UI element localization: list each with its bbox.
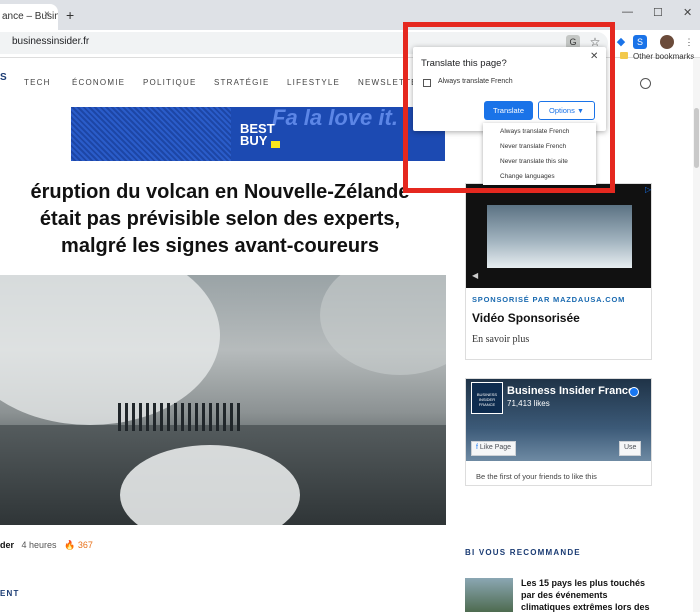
- recommended-thumbnail[interactable]: [465, 578, 513, 612]
- adchoices-icon[interactable]: ▷: [645, 185, 651, 194]
- publish-time: 4 heures: [21, 540, 57, 550]
- nav-politique[interactable]: POLITIQUE: [143, 78, 196, 87]
- extension-sync-icon[interactable]: S: [633, 35, 647, 49]
- nav-strategie[interactable]: STRATÉGIE: [214, 78, 270, 87]
- section-label: ENT: [0, 589, 20, 598]
- facebook-friends-text: Be the first of your friends to like thi…: [476, 472, 597, 481]
- headline-line-1: éruption du volcan en Nouvelle-Zélande: [30, 181, 410, 203]
- bestbuy-tag-icon: [271, 141, 280, 148]
- ad-slogan: Fa la love it.: [272, 105, 398, 130]
- read-more-link[interactable]: En savoir plus: [472, 334, 529, 345]
- other-bookmarks[interactable]: Other bookmarks: [633, 52, 694, 61]
- author[interactable]: der: [0, 540, 14, 550]
- menu-icon[interactable]: ⋮: [682, 35, 696, 49]
- url-text[interactable]: businessinsider.fr: [12, 36, 89, 47]
- facebook-page-logo[interactable]: BUSINESS INSIDER FRANCE: [471, 382, 503, 414]
- smoke-cloud: [320, 275, 446, 375]
- facebook-page-name[interactable]: Business Insider France: [507, 385, 634, 397]
- scrollbar-thumb[interactable]: [694, 108, 699, 168]
- headline-line-3: malgré les signes avant-coureurs: [61, 235, 379, 257]
- hero-image: [0, 275, 446, 525]
- minimize-icon[interactable]: —: [622, 6, 633, 18]
- close-window-icon[interactable]: ✕: [683, 6, 692, 19]
- fire-icon: 🔥: [64, 540, 76, 550]
- headline-line-2: était pas prévisible selon des experts,: [39, 208, 401, 230]
- use-app-label: Use: [624, 444, 637, 451]
- extension-shield-icon[interactable]: ◆: [614, 35, 628, 49]
- highlight-box: [403, 22, 615, 193]
- close-tab-icon[interactable]: ×: [44, 9, 50, 20]
- globe-icon[interactable]: [640, 78, 651, 89]
- facebook-likes: 71,413 likes: [507, 399, 550, 408]
- nav-lifestyle[interactable]: LIFESTYLE: [287, 78, 340, 87]
- maximize-icon[interactable]: ☐: [653, 6, 663, 19]
- share-count: 367: [77, 540, 93, 550]
- recommends-label: BI VOUS RECOMMANDE: [465, 548, 581, 557]
- like-page-button[interactable]: f Like Page: [471, 441, 517, 456]
- facebook-icon: f: [476, 444, 478, 451]
- verified-icon: [629, 387, 639, 397]
- video-thumbnail: [487, 205, 632, 268]
- like-page-label: Like Page: [479, 444, 512, 451]
- avatar[interactable]: [660, 35, 674, 49]
- use-app-button[interactable]: Use: [619, 441, 642, 456]
- article-headline: éruption du volcan en Nouvelle-Zélande é…: [0, 179, 440, 260]
- sponsored-label: SPONSORISÉ PAR MAZDAUSA.COM: [472, 295, 626, 304]
- mute-icon[interactable]: ◀: [472, 271, 478, 280]
- folder-icon: [620, 52, 628, 59]
- ad-sparkle: [71, 107, 231, 161]
- hikers-group: [118, 403, 244, 431]
- nav-tech[interactable]: TECH: [24, 78, 51, 87]
- video-title[interactable]: Vidéo Sponsorisée: [472, 311, 580, 325]
- new-tab-button[interactable]: +: [66, 7, 74, 23]
- article-meta: der 4 heures 🔥 367: [0, 540, 93, 551]
- nav-economie[interactable]: ÉCONOMIE: [72, 78, 125, 87]
- recommended-article[interactable]: Les 15 pays les plus touchés par des évé…: [521, 577, 653, 612]
